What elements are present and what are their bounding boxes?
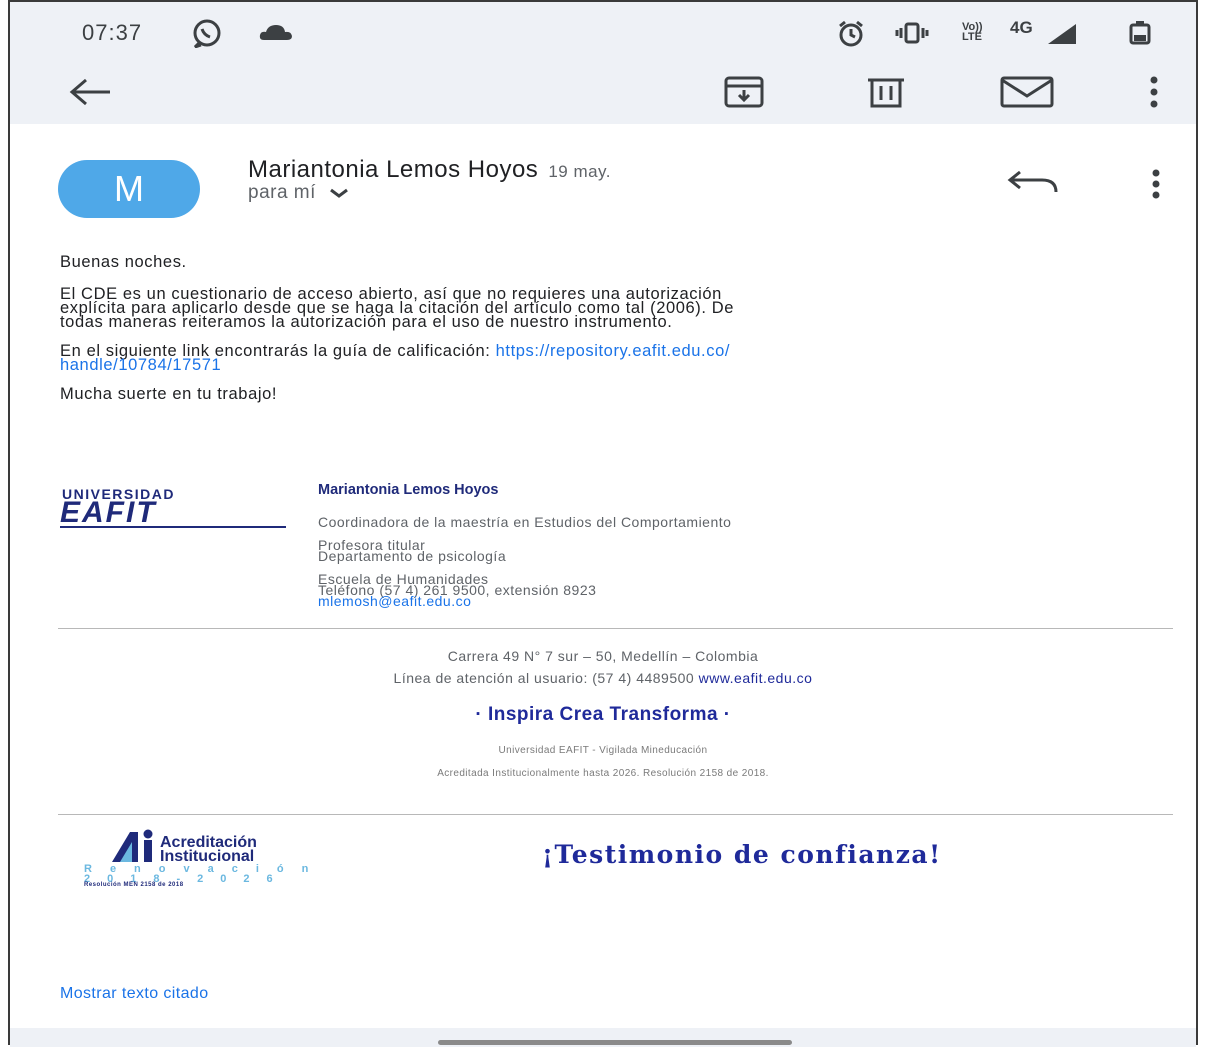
paragraph-1: El CDE es un cuestionario de acceso abie… xyxy=(60,286,734,331)
back-arrow-icon[interactable] xyxy=(66,74,116,110)
acreditacion-resolucion: Resolución MEN 2158 de 2018 xyxy=(84,882,184,888)
signature-titles: Profesora titular Departamento de psicol… xyxy=(318,538,507,564)
testimonio-banner: ¡Testimonio de confianza! xyxy=(542,840,942,869)
mail-icon[interactable] xyxy=(998,72,1058,112)
reply-icon[interactable] xyxy=(1004,168,1062,198)
whatsapp-icon xyxy=(193,19,221,48)
status-time: 07:37 xyxy=(82,20,143,45)
network-type: 4G xyxy=(1010,18,1033,37)
app-bar xyxy=(10,62,1196,124)
status-bar: 07:37 Vo)) LTE 4G xyxy=(10,2,1196,62)
vibrate-icon xyxy=(895,22,929,44)
home-gesture-handle[interactable] xyxy=(438,1040,792,1045)
footer-line-text: Línea de atención al usuario: (57 4) 448… xyxy=(393,670,699,686)
delete-icon[interactable] xyxy=(862,72,912,112)
show-quoted-text-link[interactable]: Mostrar texto citado xyxy=(60,985,209,1003)
email-date: 19 may. xyxy=(548,162,612,181)
volte-label: Vo)) LTE xyxy=(962,21,983,43)
signature-contact: Escuela de Humanidades Teléfono (57 4) 2… xyxy=(318,572,596,608)
footer-vigilada: Universidad EAFIT - Vigilada Mineducació… xyxy=(498,745,708,756)
battery-icon xyxy=(1129,21,1151,45)
paragraph-1-line-3: todas maneras reiteramos la autorización… xyxy=(60,313,673,331)
acreditacion-title: Acreditación Institucional xyxy=(160,835,257,865)
recipient-label: para mí xyxy=(248,182,316,203)
alarm-icon xyxy=(839,20,863,47)
chevron-down-icon xyxy=(329,188,348,198)
paragraph-2: En el siguiente link encontrarás la guía… xyxy=(60,342,730,374)
archive-icon[interactable] xyxy=(720,72,770,112)
divider-2 xyxy=(58,814,1173,815)
footer-acreditada: Acreditada Institucionalmente hasta 2026… xyxy=(437,768,769,779)
greeting: Buenas noches. xyxy=(60,253,187,271)
divider xyxy=(58,628,1173,629)
repository-link-cont[interactable]: handle/10784/17571 xyxy=(60,357,730,374)
email-screen: 07:37 Vo)) LTE 4G M Mariantonia Lemos Ho… xyxy=(8,0,1198,1047)
logo-underline xyxy=(60,526,286,528)
closing: Mucha suerte en tu trabajo! xyxy=(60,385,278,403)
message-more-icon[interactable] xyxy=(1146,166,1166,202)
footer-phone-line: Línea de atención al usuario: (57 4) 448… xyxy=(10,670,1196,686)
avatar[interactable]: M xyxy=(58,160,200,218)
acreditacion-logo-icon xyxy=(112,829,153,862)
more-vert-icon[interactable] xyxy=(1144,72,1164,112)
signature-title-2: Departamento de psicología xyxy=(318,548,507,564)
sender-name: Mariantonia Lemos Hoyos xyxy=(248,156,539,183)
repository-link[interactable]: https://repository.eafit.edu.co/ xyxy=(496,342,730,360)
eafit-logo: EAFIT xyxy=(60,496,157,529)
footer-address: Carrera 49 N° 7 sur – 50, Medellín – Col… xyxy=(447,648,759,664)
footer-motto: · Inspira Crea Transforma · xyxy=(475,704,731,725)
footer-website-link[interactable]: www.eafit.edu.co xyxy=(699,670,813,686)
recipient-toggle[interactable]: para mí xyxy=(248,182,352,204)
cloud-icon xyxy=(259,25,292,40)
signature-role: Coordinadora de la maestría en Estudios … xyxy=(318,514,732,530)
sender-line[interactable]: Mariantonia Lemos Hoyos 19 may. xyxy=(248,156,611,184)
signature-name: Mariantonia Lemos Hoyos xyxy=(318,482,499,498)
signal-icon xyxy=(1048,24,1076,44)
acreditacion-line-2: Institucional xyxy=(160,848,255,865)
